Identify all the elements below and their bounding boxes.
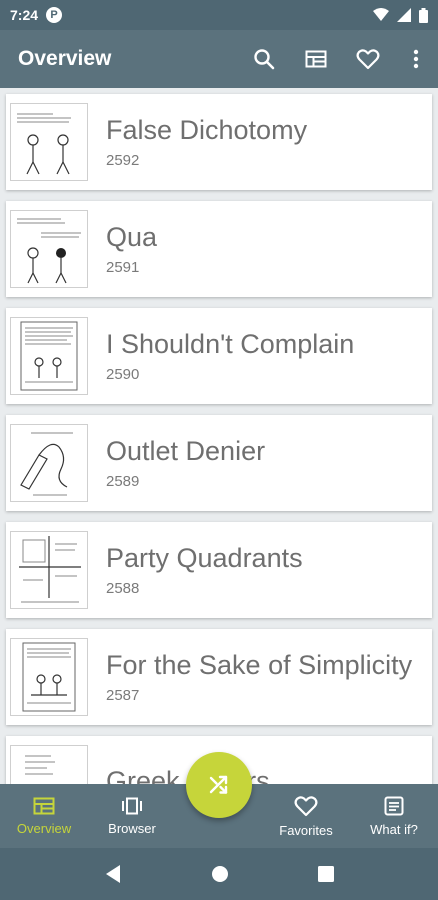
comic-thumbnail	[10, 531, 88, 609]
comic-number: 2588	[106, 580, 140, 597]
nav-label: Browser	[108, 820, 156, 836]
comic-card[interactable]: Party Quadrants 2588	[6, 522, 432, 618]
notification-icon: P	[46, 7, 63, 23]
status-time: 7:24	[10, 7, 39, 23]
shuffle-icon	[209, 775, 228, 794]
nav-label: Favorites	[279, 822, 333, 838]
search-icon	[254, 49, 275, 70]
overview-grid-icon	[33, 797, 55, 814]
favorite-button[interactable]	[342, 35, 394, 83]
comic-number: 2592	[106, 152, 140, 169]
recents-icon[interactable]	[317, 866, 334, 882]
battery-icon	[419, 7, 428, 23]
comic-title: For the Sake of Simplicity	[106, 650, 413, 680]
nav-item-what-if[interactable]: What if?	[350, 784, 438, 848]
comic-title: Qua	[106, 222, 158, 252]
comic-thumbnail	[10, 103, 88, 181]
comic-number: 2591	[106, 259, 140, 276]
comic-title: Party Quadrants	[106, 543, 303, 573]
status-bar: 7:24 P	[0, 0, 438, 30]
comic-number: 2589	[106, 473, 140, 490]
comic-title: I Shouldn't Complain	[106, 329, 355, 359]
more-vert-icon	[413, 49, 419, 69]
comic-title: Greek Letters	[106, 765, 270, 785]
comic-number: 2590	[106, 366, 140, 383]
comic-title: Outlet Denier	[106, 436, 266, 466]
app-bar: Overview	[0, 30, 438, 88]
comic-title: False Dichotomy	[106, 115, 308, 145]
comic-thumbnail	[10, 210, 88, 288]
browser-carousel-icon	[122, 797, 142, 814]
nav-label: What if?	[370, 821, 418, 837]
search-button[interactable]	[238, 35, 290, 83]
comic-card[interactable]: False Dichotomy 2592	[6, 94, 432, 190]
nav-label: Overview	[16, 820, 72, 836]
more-options-button[interactable]	[394, 35, 438, 83]
comic-number: 2587	[106, 687, 140, 704]
comic-thumbnail	[10, 424, 88, 502]
view-toggle-icon	[305, 50, 327, 68]
comic-card[interactable]: For the Sake of Simplicity 2587	[6, 629, 432, 725]
comic-card[interactable]: Outlet Denier 2589	[6, 415, 432, 511]
system-navigation-bar	[0, 848, 438, 900]
view-toggle-button[interactable]	[290, 35, 342, 83]
comic-thumbnail	[10, 638, 88, 716]
nav-item-favorites[interactable]: Favorites	[262, 784, 350, 848]
comic-list[interactable]: False Dichotomy 2592 Qua 2591 I Shouldn'…	[0, 88, 438, 784]
back-icon[interactable]	[104, 864, 122, 884]
home-icon[interactable]	[211, 865, 229, 883]
signal-icon	[397, 8, 411, 22]
random-comic-fab[interactable]	[186, 752, 252, 818]
page-title: Overview	[18, 47, 112, 70]
comic-card[interactable]: I Shouldn't Complain 2590	[6, 308, 432, 404]
comic-thumbnail	[10, 317, 88, 395]
comic-card[interactable]: Qua 2591	[6, 201, 432, 297]
favorites-heart-icon	[294, 795, 318, 816]
nav-item-overview[interactable]: Overview	[0, 784, 88, 848]
wifi-icon	[373, 8, 389, 21]
nav-item-browser[interactable]: Browser	[88, 784, 176, 848]
comic-thumbnail	[10, 745, 88, 784]
favorite-heart-icon	[356, 49, 380, 70]
article-icon	[384, 796, 404, 815]
